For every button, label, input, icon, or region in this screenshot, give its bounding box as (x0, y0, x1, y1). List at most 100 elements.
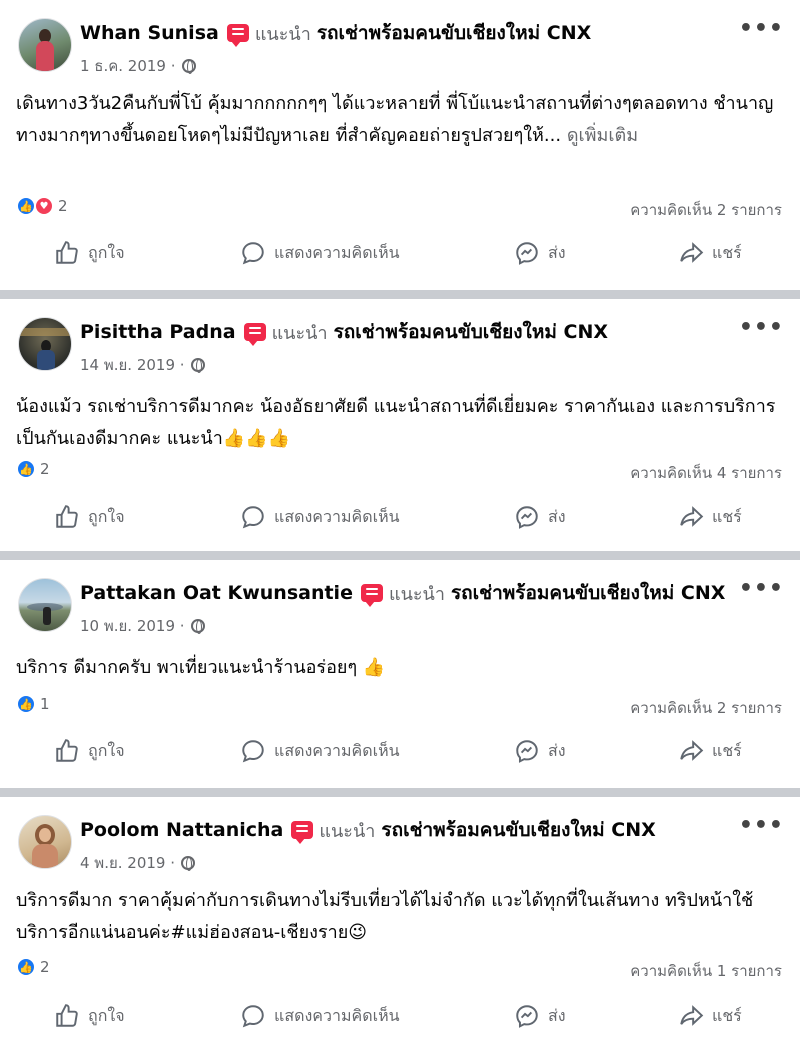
post-meta: 10 พ.ย. 2019 · (80, 614, 205, 638)
post-body: น้องแม้ว รถเช่าบริการดีมากคะ น้องอัธยาศั… (16, 396, 776, 449)
thumbs-up-icon (56, 1004, 78, 1027)
action-bar: ถูกใจ แสดงความคิดเห็น ส่ง แชร์ (0, 240, 800, 280)
recommend-label: แนะนำ (319, 820, 376, 842)
reaction-count: 2 (40, 958, 50, 976)
send-label: ส่ง (548, 506, 566, 526)
reaction-count: 2 (40, 460, 50, 478)
comment-count[interactable]: ความคิดเห็น 2 รายการ (630, 696, 782, 720)
like-reaction-icon: 👍 (16, 957, 36, 977)
comment-count[interactable]: ความคิดเห็น 1 รายการ (630, 959, 782, 983)
avatar[interactable] (18, 815, 72, 869)
post-text: เดินทาง3วัน2คืนกับพี่โบ้ คุ้มมากกกกกๆๆ ไ… (16, 88, 786, 152)
like-button[interactable]: ถูกใจ (54, 738, 125, 764)
author-line: Pattakan Oat Kwunsantie แนะนำ รถเช่าพร้อ… (80, 578, 725, 608)
love-reaction-icon: ♥ (34, 196, 54, 216)
comment-button[interactable]: แสดงความคิดเห็น (240, 738, 400, 764)
post-card: Pisittha Padna แนะนำ รถเช่าพร้อมคนขับเชี… (0, 299, 800, 549)
send-button[interactable]: ส่ง (514, 504, 566, 530)
more-options-icon[interactable]: ••• (739, 576, 784, 601)
comment-count[interactable]: ความคิดเห็น 4 รายการ (630, 461, 782, 485)
comment-bubble-icon (242, 242, 264, 265)
comment-button[interactable]: แสดงความคิดเห็น (240, 1003, 400, 1029)
globe-icon (190, 358, 205, 373)
author-name[interactable]: Poolom Nattanicha (80, 819, 283, 841)
comment-label: แสดงความคิดเห็น (274, 506, 400, 526)
author-name[interactable]: Whan Sunisa (80, 22, 219, 44)
send-label: ส่ง (548, 242, 566, 262)
more-options-icon[interactable]: ••• (739, 16, 784, 41)
reaction-summary[interactable]: 👍 1 (16, 694, 50, 714)
post-date[interactable]: 14 พ.ย. 2019 · (80, 353, 185, 377)
thumbs-up-icon (56, 505, 78, 528)
share-label: แชร์ (712, 740, 742, 760)
comment-label: แสดงความคิดเห็น (274, 242, 400, 262)
avatar[interactable] (18, 317, 72, 371)
like-reaction-icon: 👍 (16, 694, 36, 714)
author-line: Whan Sunisa แนะนำ รถเช่าพร้อมคนขับเชียงใ… (80, 18, 591, 48)
post-body: เดินทาง3วัน2คืนกับพี่โบ้ คุ้มมากกกกกๆๆ ไ… (16, 93, 774, 146)
action-bar: ถูกใจ แสดงความคิดเห็น ส่ง แชร์ (0, 504, 800, 544)
recommend-icon (360, 584, 383, 607)
recommend-icon (291, 821, 314, 844)
comment-button[interactable]: แสดงความคิดเห็น (240, 504, 400, 530)
thumbs-up-icon (56, 739, 78, 762)
share-button[interactable]: แชร์ (678, 1003, 742, 1029)
like-reaction-icon: 👍 (16, 196, 36, 216)
post-date[interactable]: 10 พ.ย. 2019 · (80, 614, 185, 638)
comment-bubble-icon (242, 1005, 264, 1028)
share-label: แชร์ (712, 242, 742, 262)
post-text: บริการ ดีมากครับ พาเที่ยวแนะนำร้านอร่อยๆ… (16, 652, 786, 684)
post-card: Poolom Nattanicha แนะนำ รถเช่าพร้อมคนขับ… (0, 797, 800, 1036)
page-name[interactable]: รถเช่าพร้อมคนขับเชียงใหม่ CNX (317, 18, 591, 48)
reaction-summary[interactable]: 👍 ♥ 2 (16, 196, 68, 216)
send-button[interactable]: ส่ง (514, 240, 566, 266)
post-body: บริการ ดีมากครับ พาเที่ยวแนะนำร้านอร่อยๆ… (16, 657, 386, 678)
like-label: ถูกใจ (88, 242, 125, 262)
share-arrow-icon (680, 242, 704, 263)
post-date[interactable]: 1 ธ.ค. 2019 · (80, 54, 176, 78)
post-meta: 1 ธ.ค. 2019 · (80, 54, 196, 78)
comment-button[interactable]: แสดงความคิดเห็น (240, 240, 400, 266)
page-name[interactable]: รถเช่าพร้อมคนขับเชียงใหม่ CNX (381, 815, 655, 845)
send-button[interactable]: ส่ง (514, 1003, 566, 1029)
avatar[interactable] (18, 18, 72, 72)
page-name[interactable]: รถเช่าพร้อมคนขับเชียงใหม่ CNX (451, 578, 725, 608)
globe-icon (190, 619, 205, 634)
recommend-label: แนะนำ (271, 322, 328, 344)
reaction-summary[interactable]: 👍 2 (16, 957, 50, 977)
comment-bubble-icon (242, 506, 264, 529)
like-button[interactable]: ถูกใจ (54, 504, 125, 530)
reaction-count: 1 (40, 695, 50, 713)
more-options-icon[interactable]: ••• (739, 315, 784, 340)
share-button[interactable]: แชร์ (678, 240, 742, 266)
action-bar: ถูกใจ แสดงความคิดเห็น ส่ง แชร์ (0, 738, 800, 778)
page-name[interactable]: รถเช่าพร้อมคนขับเชียงใหม่ CNX (334, 317, 608, 347)
avatar[interactable] (18, 578, 72, 632)
share-label: แชร์ (712, 506, 742, 526)
reaction-summary[interactable]: 👍 2 (16, 459, 50, 479)
send-button[interactable]: ส่ง (514, 738, 566, 764)
like-label: ถูกใจ (88, 1005, 125, 1025)
globe-icon (181, 856, 196, 871)
reaction-count: 2 (58, 197, 68, 215)
more-options-icon[interactable]: ••• (739, 813, 784, 838)
post-divider (0, 290, 800, 299)
share-button[interactable]: แชร์ (678, 738, 742, 764)
post-date[interactable]: 4 พ.ย. 2019 · (80, 851, 175, 875)
see-more-link[interactable]: ดูเพิ่มเติม (567, 125, 638, 146)
like-button[interactable]: ถูกใจ (54, 1003, 125, 1029)
send-label: ส่ง (548, 740, 566, 760)
comment-bubble-icon (242, 740, 264, 763)
post-meta: 14 พ.ย. 2019 · (80, 353, 205, 377)
author-name[interactable]: Pattakan Oat Kwunsantie (80, 582, 353, 604)
share-button[interactable]: แชร์ (678, 504, 742, 530)
send-label: ส่ง (548, 1005, 566, 1025)
share-arrow-icon (680, 506, 704, 527)
recommend-icon (243, 323, 266, 346)
share-arrow-icon (680, 1005, 704, 1026)
like-button[interactable]: ถูกใจ (54, 240, 125, 266)
globe-icon (181, 59, 196, 74)
author-name[interactable]: Pisittha Padna (80, 321, 236, 343)
author-line: Poolom Nattanicha แนะนำ รถเช่าพร้อมคนขับ… (80, 815, 656, 845)
comment-count[interactable]: ความคิดเห็น 2 รายการ (630, 198, 782, 222)
